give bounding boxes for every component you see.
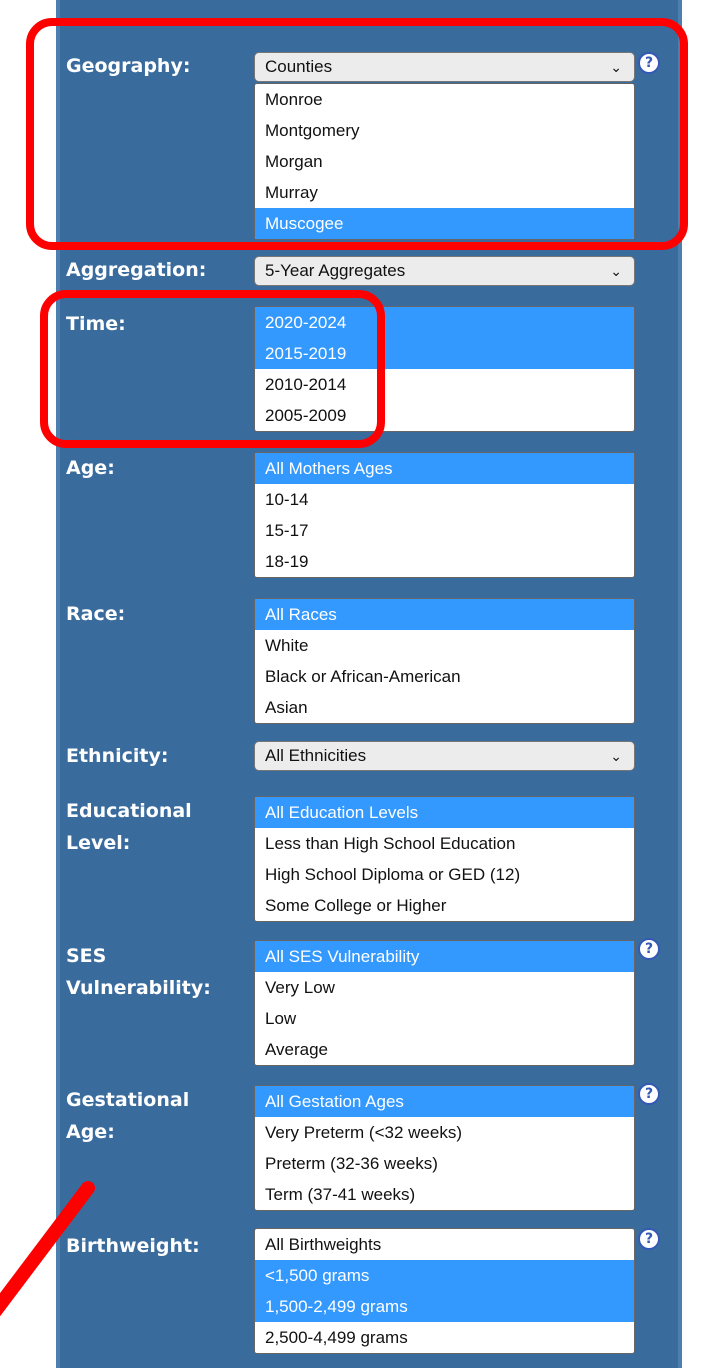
red-arrow: [0, 1181, 95, 1317]
